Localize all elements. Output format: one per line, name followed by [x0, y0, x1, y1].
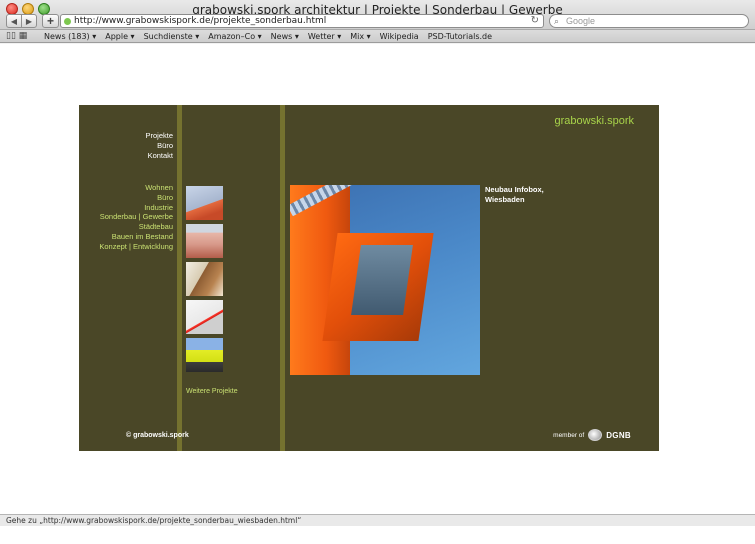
caption-title: Neubau Infobox, — [485, 185, 544, 194]
copyright-text: © grabowski.spork — [126, 432, 189, 439]
site-favicon-icon — [64, 18, 71, 25]
divider-stripe — [280, 105, 285, 451]
add-bookmark-button[interactable]: + — [42, 14, 59, 28]
category-wohnen[interactable]: Wohnen — [99, 183, 173, 193]
category-konzept-entwicklung[interactable]: Konzept | Entwicklung — [99, 242, 173, 252]
more-projects-link[interactable]: Weitere Projekte — [186, 388, 238, 395]
member-of-label: member of — [553, 431, 585, 439]
category-buero[interactable]: Büro — [99, 193, 173, 203]
bookmark-news-2[interactable]: News ▾ — [271, 31, 299, 42]
nav-item-buero[interactable]: Büro — [145, 141, 173, 151]
back-button[interactable]: ◀ — [6, 14, 22, 28]
dgnb-label: DGNB — [606, 430, 631, 440]
divider-stripe — [177, 105, 182, 451]
back-arrow-icon: ◀ — [10, 16, 18, 26]
category-staedtebau[interactable]: Städtebau — [99, 222, 173, 232]
bookmarks-list: News (183) ▾ Apple ▾ Suchdienste ▾ Amazo… — [44, 31, 492, 42]
dgnb-logo-icon — [588, 429, 603, 441]
url-text: http://www.grabowskispork.de/projekte_so… — [74, 16, 327, 26]
site-logo[interactable]: grabowski.spork — [555, 115, 634, 127]
bookmark-suchdienste[interactable]: Suchdienste ▾ — [144, 31, 200, 42]
browser-toolbar: ◀ ▶ + http://www.grabowskispork.de/proje… — [0, 13, 755, 30]
project-thumbnail[interactable] — [186, 300, 223, 334]
bookmarks-bar: ▯▯ ▦ News (183) ▾ Apple ▾ Suchdienste ▾ … — [0, 30, 755, 43]
dgnb-membership[interactable]: member of DGNB — [553, 429, 631, 441]
main-navigation: Projekte Büro Kontakt — [145, 131, 173, 160]
caption-location: Wiesbaden — [485, 195, 525, 204]
project-thumbnail[interactable] — [186, 338, 223, 372]
project-category-navigation: Wohnen Büro Industrie Sonderbau | Gewerb… — [99, 183, 173, 252]
project-thumbnail[interactable] — [186, 186, 223, 220]
category-sonderbau-gewerbe[interactable]: Sonderbau | Gewerbe — [99, 212, 173, 222]
bookmark-mix[interactable]: Mix ▾ — [350, 31, 370, 42]
bookmark-news[interactable]: News (183) ▾ — [44, 31, 96, 42]
photo-window-shape — [351, 245, 413, 315]
search-placeholder: Google — [566, 16, 596, 26]
bookmark-psd-tutorials[interactable]: PSD-Tutorials.de — [428, 31, 492, 42]
nav-item-kontakt[interactable]: Kontakt — [145, 151, 173, 161]
project-thumbnail[interactable] — [186, 262, 223, 296]
plus-icon: + — [46, 14, 54, 28]
bookmark-wetter[interactable]: Wetter ▾ — [308, 31, 341, 42]
forward-arrow-icon: ▶ — [25, 16, 33, 26]
search-field[interactable]: ⌕ Google — [549, 14, 749, 28]
project-thumbnails — [186, 186, 223, 376]
nav-item-projekte[interactable]: Projekte — [145, 131, 173, 141]
reload-icon[interactable]: ↻ — [531, 15, 539, 27]
site-container: grabowski.spork Projekte Büro Kontakt Wo… — [79, 105, 659, 451]
address-bar[interactable]: http://www.grabowskispork.de/projekte_so… — [60, 14, 544, 28]
status-bar: Gehe zu „http://www.grabowskispork.de/pr… — [0, 514, 755, 526]
project-photo[interactable] — [290, 185, 480, 375]
category-industrie[interactable]: Industrie — [99, 203, 173, 213]
bookmarks-book-icon[interactable]: ▯▯ ▦ — [6, 31, 27, 41]
browser-window: grabowski.spork architektur | Projekte |… — [0, 0, 755, 544]
project-caption: Neubau Infobox, Wiesbaden — [485, 185, 544, 205]
category-bauen-im-bestand[interactable]: Bauen im Bestand — [99, 232, 173, 242]
bookmark-wikipedia[interactable]: Wikipedia — [380, 31, 419, 42]
bookmark-apple[interactable]: Apple ▾ — [105, 31, 134, 42]
window-bottom-margin — [0, 526, 755, 544]
page-viewport: grabowski.spork Projekte Büro Kontakt Wo… — [0, 44, 755, 514]
project-thumbnail[interactable] — [186, 224, 223, 258]
forward-button[interactable]: ▶ — [21, 14, 37, 28]
search-icon: ⌕ — [554, 16, 560, 26]
bookmark-amazon[interactable]: Amazon–Co ▾ — [208, 31, 261, 42]
